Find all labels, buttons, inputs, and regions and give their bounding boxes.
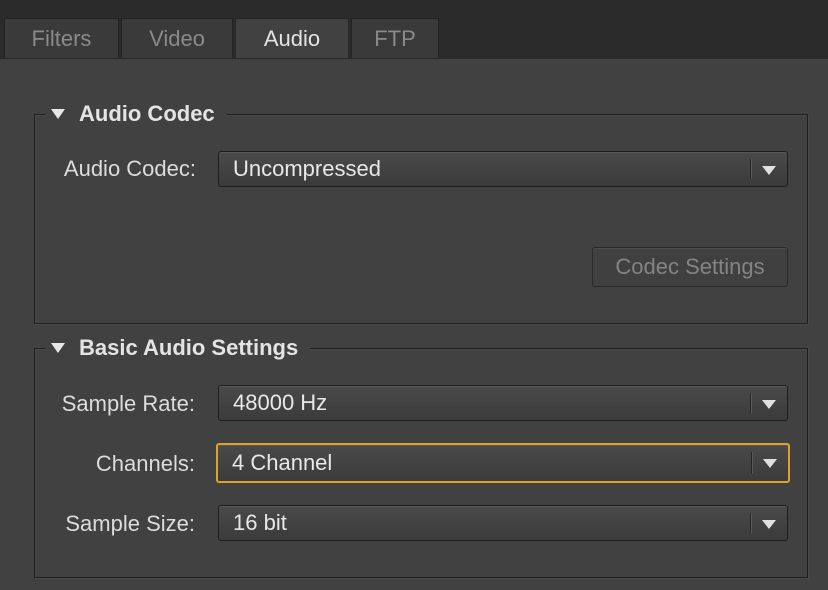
sample-rate-label: Sample Rate: (61, 391, 195, 416)
chevron-down-icon (762, 520, 776, 529)
sample-rate-value: 48000 Hz (233, 390, 328, 415)
audio-codec-label: Audio Codec: (63, 156, 196, 181)
audio-codec-group: Audio Codec (34, 100, 808, 324)
select-divider (750, 159, 751, 179)
select-divider (750, 393, 751, 413)
chevron-down-icon (763, 459, 777, 468)
select-divider (750, 513, 751, 533)
audio-codec-select[interactable]: Uncompressed (218, 151, 788, 187)
chevron-down-icon (762, 166, 776, 175)
audio-tab-panel: Audio Codec Audio Codec: Uncompressed Co… (0, 58, 828, 590)
select-divider (751, 452, 752, 474)
audio-codec-group-title: Audio Codec (79, 101, 215, 126)
channels-select[interactable]: 4 Channel (216, 443, 790, 483)
tab-audio[interactable]: Audio (235, 18, 349, 59)
channels-label: Channels: (95, 451, 195, 476)
codec-settings-button[interactable]: Codec Settings (592, 247, 788, 287)
collapse-triangle-icon[interactable] (51, 109, 65, 119)
sample-size-value: 16 bit (233, 510, 287, 535)
tab-video[interactable]: Video (121, 18, 233, 58)
sample-size-select[interactable]: 16 bit (218, 505, 788, 541)
audio-codec-value: Uncompressed (233, 156, 381, 181)
sample-size-label: Sample Size: (65, 511, 195, 536)
channels-value: 4 Channel (232, 450, 333, 475)
sample-rate-select[interactable]: 48000 Hz (218, 385, 788, 421)
audio-codec-group-header[interactable]: Audio Codec (45, 100, 227, 128)
basic-audio-settings-group-title: Basic Audio Settings (79, 335, 299, 360)
tab-ftp[interactable]: FTP (351, 18, 439, 58)
basic-audio-settings-group-header[interactable]: Basic Audio Settings (45, 334, 311, 362)
tab-filters[interactable]: Filters (4, 18, 119, 58)
tab-bar: Filters Video Audio FTP (0, 0, 828, 59)
chevron-down-icon (762, 400, 776, 409)
collapse-triangle-icon[interactable] (51, 343, 65, 353)
